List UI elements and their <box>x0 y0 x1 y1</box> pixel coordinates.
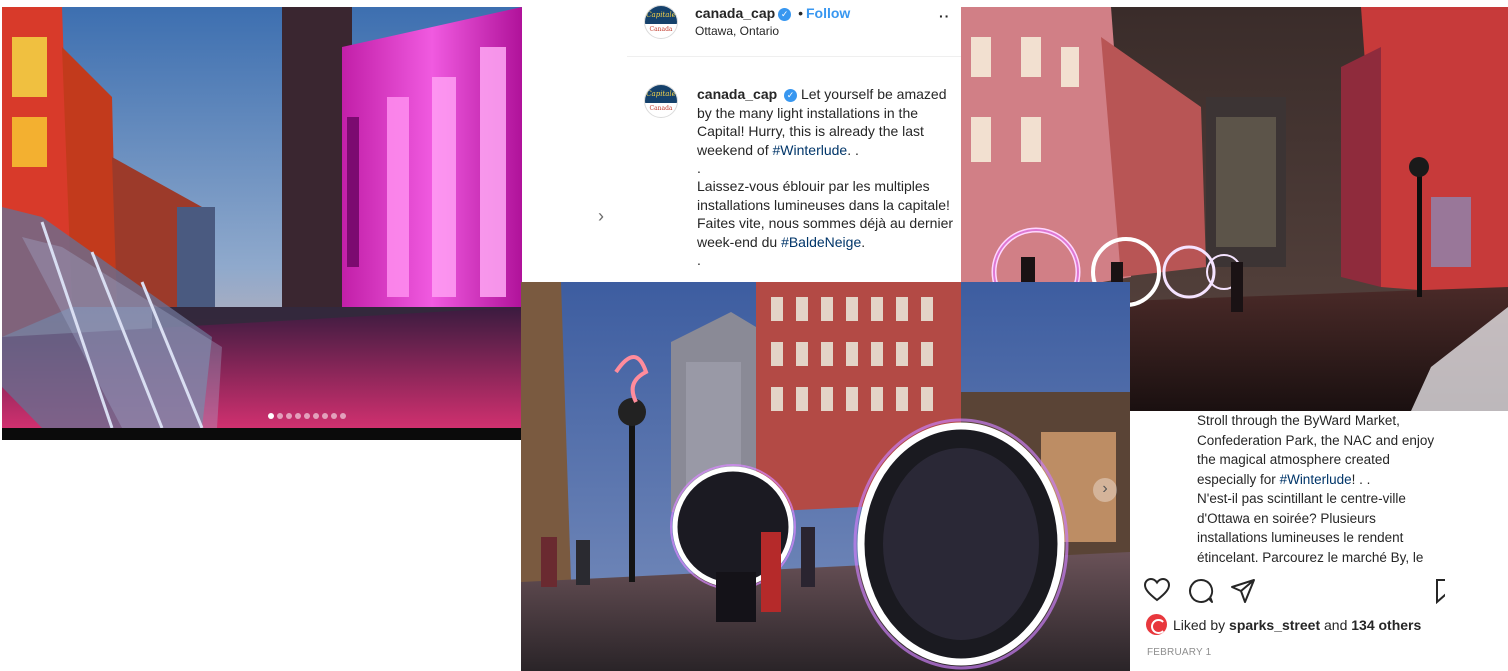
likes-and: and <box>1324 616 1348 633</box>
caption-punct: . . <box>847 141 859 158</box>
like-heart-icon[interactable] <box>1143 577 1171 607</box>
bookmark-icon[interactable] <box>1435 578 1445 609</box>
carousel-dot[interactable] <box>286 413 292 419</box>
post-location[interactable]: Ottawa, Ontario <box>695 24 779 38</box>
photo-blue-hour-rings: › <box>521 282 1130 671</box>
post-caption: canada_cap ✓ Let yourself be amazed by t… <box>697 85 953 270</box>
verified-badge-icon: ✓ <box>778 8 792 21</box>
panel-next-arrow[interactable]: › <box>1093 478 1117 502</box>
carousel-dot[interactable] <box>322 413 328 419</box>
post-username[interactable]: canada_cap <box>695 5 775 21</box>
liker-username[interactable]: sparks_street <box>1229 617 1320 633</box>
caption-punct: . <box>861 233 866 250</box>
carousel-dot[interactable] <box>295 413 301 419</box>
avatar-text-top: Capitale <box>646 11 676 19</box>
carousel-dot[interactable] <box>313 413 319 419</box>
caption-continued-text: Stroll through the ByWard Market, Confed… <box>1197 411 1442 567</box>
caption-username[interactable]: canada_cap <box>697 86 777 102</box>
caption-trailing-dot: . <box>697 252 701 268</box>
more-options-icon[interactable]: ·· <box>939 8 950 24</box>
hashtag-winterlude-2[interactable]: #Winterlude <box>1280 472 1352 487</box>
carousel-dot[interactable] <box>340 413 346 419</box>
pink-building-image <box>2 7 522 440</box>
caption2-punct: ! . . <box>1351 471 1371 487</box>
post-actions-bar <box>1143 577 1445 609</box>
post-username-row: canada_cap ✓ • Follow <box>695 5 850 21</box>
account-avatar[interactable]: Capitale Canada <box>644 5 678 39</box>
photo-pink-building <box>2 7 522 440</box>
carousel-dot[interactable] <box>277 413 283 419</box>
avatar-text-top: Capitale <box>646 90 676 98</box>
collage: › Capitale Canada canada_cap ✓ • Follow Ot… <box>0 0 1508 671</box>
likes-prefix: Liked by <box>1173 616 1226 633</box>
hashtag-baldeneige[interactable]: #BaldeNeige <box>781 234 861 250</box>
post-header: Capitale Canada canada_cap ✓ • Follow Otta… <box>627 0 961 57</box>
caption-avatar[interactable]: Capitale Canada <box>644 84 678 118</box>
carousel-dots <box>268 413 346 419</box>
carousel-dot[interactable] <box>268 413 274 419</box>
likes-summary: Liked by sparks_street and 134 others <box>1146 614 1421 635</box>
caption-dot-line: . <box>697 160 701 176</box>
share-paper-plane-icon[interactable] <box>1230 578 1256 609</box>
separator-bullet: • <box>798 5 803 21</box>
post-date[interactable]: FEBRUARY 1 <box>1147 647 1211 658</box>
carousel-dot[interactable] <box>304 413 310 419</box>
likes-others-link[interactable]: 134 others <box>1351 617 1421 633</box>
hashtag-winterlude[interactable]: #Winterlude <box>773 142 848 158</box>
caption2-text-fr: N'est-il pas scintillant le centre-ville… <box>1197 491 1424 565</box>
comment-bubble-icon[interactable] <box>1188 578 1214 609</box>
carousel-next-button[interactable]: › <box>588 204 614 230</box>
post-card: Capitale Canada canada_cap ✓ • Follow Otta… <box>627 0 961 282</box>
follow-button[interactable]: Follow <box>806 5 850 21</box>
post-caption-continued: Stroll through the ByWard Market, Confed… <box>1130 411 1445 671</box>
avatar-text-bottom: Canada <box>649 26 673 33</box>
verified-badge-icon: ✓ <box>784 89 798 102</box>
photo-bottom-bar <box>2 428 522 440</box>
carousel-dot[interactable] <box>331 413 337 419</box>
blue-hour-image <box>521 282 1130 671</box>
liker-avatar[interactable] <box>1146 614 1167 635</box>
avatar-text-bottom: Canada <box>649 105 673 112</box>
